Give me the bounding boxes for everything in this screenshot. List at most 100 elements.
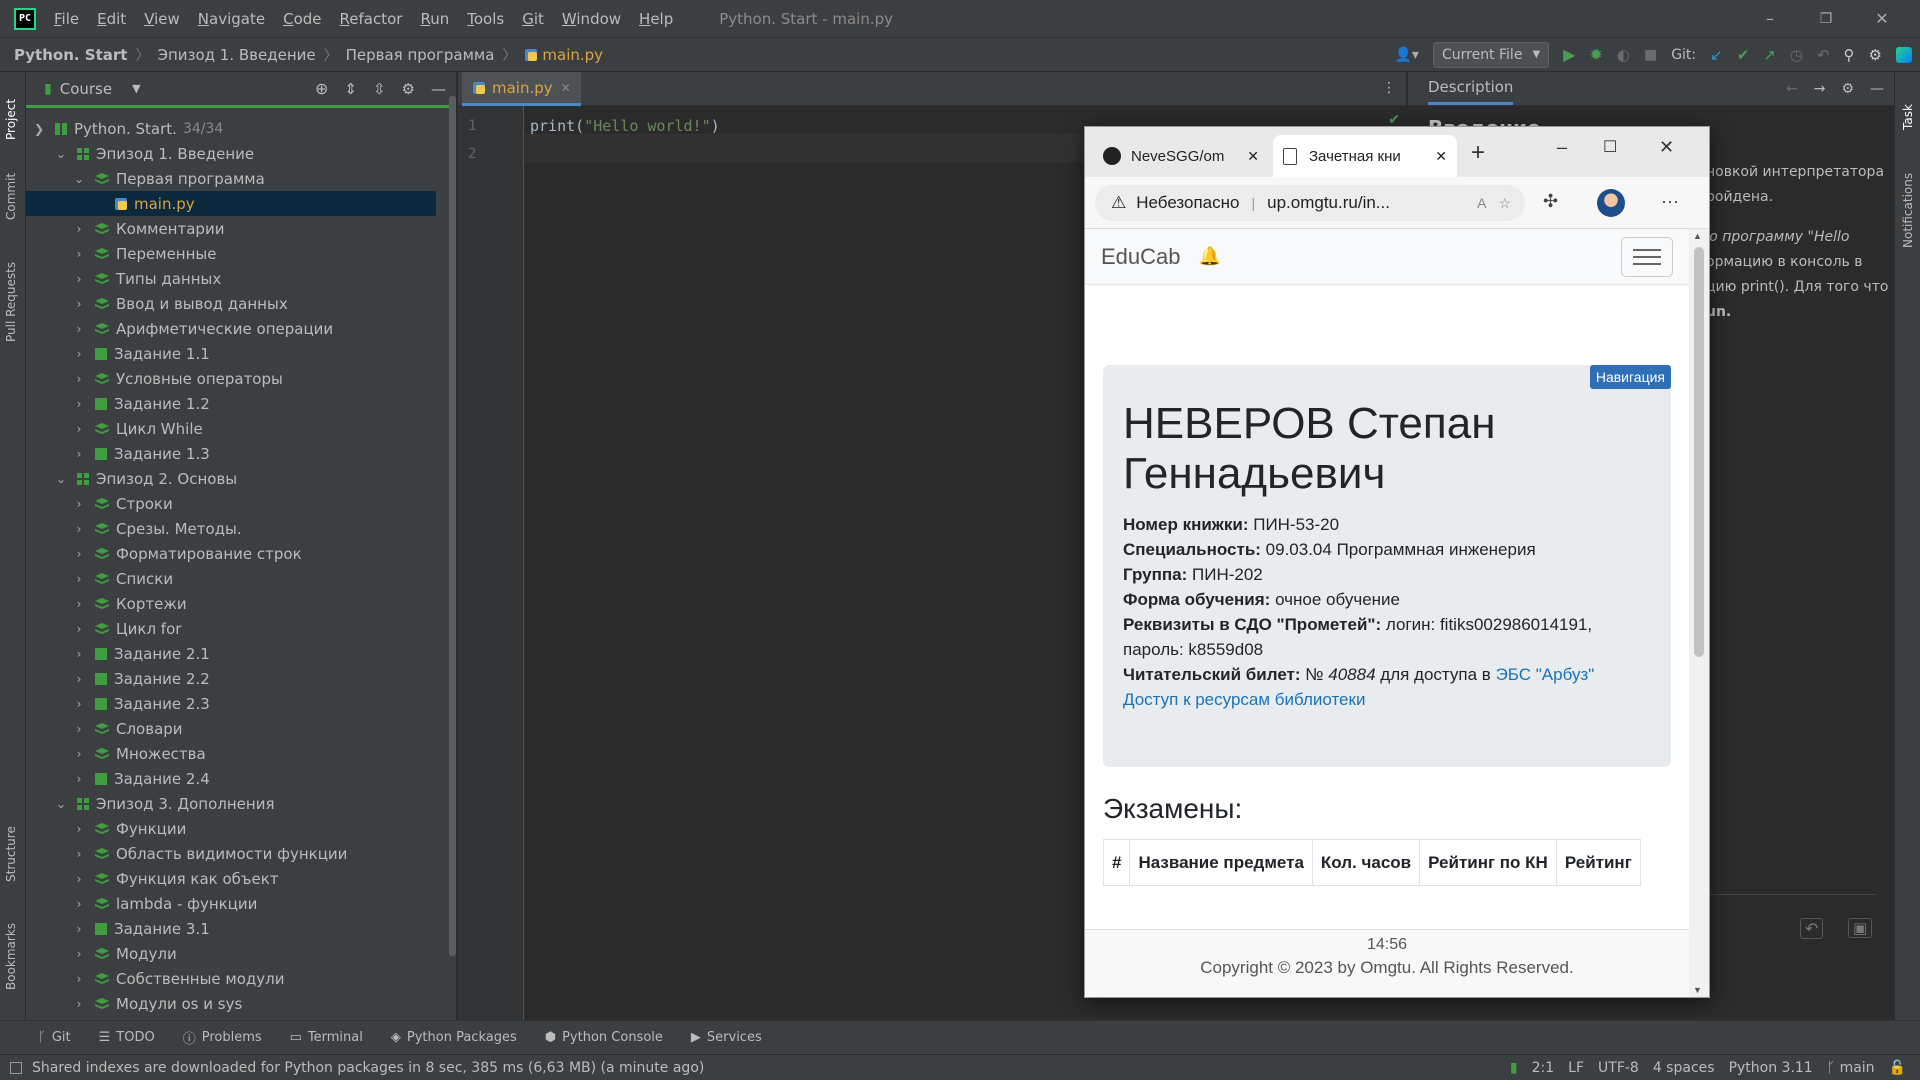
run-icon[interactable]: ▶ xyxy=(1563,45,1575,64)
chevron-right-icon[interactable]: › xyxy=(72,647,86,661)
close-tab-icon[interactable]: ✕ xyxy=(1435,148,1447,165)
read-aloud-icon[interactable]: A xyxy=(1477,195,1486,211)
tree-lesson-item[interactable]: › Условные операторы xyxy=(26,366,436,391)
back-arrow-icon[interactable]: ← xyxy=(1786,81,1798,97)
status-message[interactable]: Shared indexes are downloaded for Python… xyxy=(32,1060,704,1076)
tree-lesson-item[interactable]: › Переменные xyxy=(26,241,436,266)
chevron-right-icon[interactable]: › xyxy=(72,922,86,936)
chevron-right-icon[interactable]: › xyxy=(72,547,86,561)
navigation-badge[interactable]: Навигация xyxy=(1589,365,1671,389)
browser-scrollbar[interactable]: ▲ ▼ xyxy=(1689,229,1709,997)
tool-python-console[interactable]: ⬢ Python Console xyxy=(545,1030,663,1045)
tree-task-item[interactable]: › Задание 2.2 xyxy=(26,666,436,691)
chevron-right-icon[interactable]: › xyxy=(72,522,86,536)
tree-lesson-item[interactable]: › Модули os и sys xyxy=(26,991,436,1016)
tree-lesson-item[interactable]: › Комментарии xyxy=(26,216,436,241)
menu-tools[interactable]: Tools xyxy=(467,10,504,28)
menu-git[interactable]: Git xyxy=(522,10,544,28)
breadcrumb-lesson[interactable]: Первая программа xyxy=(346,46,495,64)
tree-lesson-item[interactable]: › Срезы. Методы. xyxy=(26,516,436,541)
tree-section-item[interactable]: ⌄ Эпизод 1. Введение xyxy=(26,141,436,166)
close-tab-icon[interactable]: ✕ xyxy=(561,81,571,95)
minimize-button[interactable]: – xyxy=(1742,9,1798,28)
collapse-all-icon[interactable]: ⇳ xyxy=(373,80,386,98)
close-window-button[interactable]: ✕ xyxy=(1659,137,1674,158)
extensions-icon[interactable]: ✣ xyxy=(1543,191,1558,212)
tree-lesson-item[interactable]: › Собственные модули xyxy=(26,966,436,991)
tab-commit[interactable]: Commit xyxy=(4,173,18,220)
column-header[interactable]: Кол. часов xyxy=(1311,839,1421,886)
tree-lesson-item[interactable]: › Строки xyxy=(26,491,436,516)
tree-lesson-item[interactable]: › Цикл While xyxy=(26,416,436,441)
tree-lesson-item[interactable]: › Цикл for xyxy=(26,616,436,641)
chevron-right-icon[interactable]: › xyxy=(72,597,86,611)
tree-lesson-item[interactable]: › Словари xyxy=(26,716,436,741)
new-tab-icon[interactable]: + xyxy=(1471,139,1485,167)
git-branch[interactable]: ᚴ main xyxy=(1827,1060,1875,1076)
chevron-right-icon[interactable]: › xyxy=(72,247,86,261)
chevron-right-icon[interactable]: › xyxy=(72,322,86,336)
scroll-up-icon[interactable]: ▲ xyxy=(1693,231,1702,241)
tree-lesson-item[interactable]: › Множества xyxy=(26,741,436,766)
menu-code[interactable]: Code xyxy=(283,10,321,28)
gear-icon[interactable]: ⚙ xyxy=(402,80,415,98)
chevron-right-icon[interactable]: › xyxy=(72,222,86,236)
tree-task-item[interactable]: › Задание 1.2 xyxy=(26,391,436,416)
more-tabs-icon[interactable]: ⋮ xyxy=(1382,80,1396,96)
tab-structure[interactable]: Structure xyxy=(4,826,18,882)
menu-refactor[interactable]: Refactor xyxy=(340,10,403,28)
user-icon[interactable]: 👤▾ xyxy=(1395,47,1419,63)
menu-run[interactable]: Run xyxy=(420,10,449,28)
git-rollback-icon[interactable]: ↶ xyxy=(1817,46,1830,64)
settings-icon[interactable]: ⚙ xyxy=(1869,46,1882,64)
menu-window[interactable]: Window xyxy=(562,10,621,28)
tree-task-item[interactable]: › Задание 2.4 xyxy=(26,766,436,791)
column-header[interactable]: # xyxy=(1102,839,1131,886)
git-history-icon[interactable]: ◷ xyxy=(1790,46,1803,64)
course-progress-icon[interactable]: ▮ xyxy=(1510,1060,1518,1076)
tree-task-item[interactable]: › Задание 3.1 xyxy=(26,916,436,941)
lock-icon[interactable]: 🔓 xyxy=(1889,1060,1906,1076)
tree-task-item[interactable]: › Задание 2.1 xyxy=(26,641,436,666)
column-header[interactable]: Рейтинг по КН xyxy=(1419,839,1557,886)
tab-project[interactable]: Project xyxy=(4,99,18,140)
column-header[interactable]: Рейтинг xyxy=(1555,839,1641,886)
column-header[interactable]: Название предмета xyxy=(1129,839,1313,886)
project-view-selector[interactable]: Course xyxy=(60,80,112,98)
chevron-down-icon[interactable]: ⌄ xyxy=(54,147,68,161)
gear-icon[interactable]: ⚙ xyxy=(1841,81,1854,97)
tree-section-item[interactable]: ⌄ Эпизод 3. Дополнения xyxy=(26,791,436,816)
breadcrumb-episode[interactable]: Эпизод 1. Введение xyxy=(157,46,315,64)
tree-lesson-item[interactable]: › Ввод и вывод данных xyxy=(26,291,436,316)
locate-icon[interactable]: ⊕ xyxy=(315,79,328,98)
tool-terminal[interactable]: ▭ Terminal xyxy=(290,1030,363,1045)
reset-icon[interactable]: ↶ xyxy=(1800,918,1824,939)
menu-file[interactable]: File xyxy=(54,10,79,28)
tree-lesson-item[interactable]: › Списки xyxy=(26,566,436,591)
expand-all-icon[interactable]: ⇕ xyxy=(344,80,357,98)
code-line[interactable]: print("Hello world!") xyxy=(530,117,720,135)
hide-icon[interactable]: — xyxy=(431,80,446,98)
menu-edit[interactable]: Edit xyxy=(97,10,126,28)
caret-position[interactable]: 2:1 xyxy=(1532,1060,1555,1076)
menu-navigate[interactable]: Navigate xyxy=(198,10,265,28)
tool-problems[interactable]: ⓘ Problems xyxy=(183,1028,262,1047)
comment-icon[interactable]: ▣ xyxy=(1848,918,1873,938)
tree-task-item[interactable]: › Задание 2.3 xyxy=(26,691,436,716)
chevron-right-icon[interactable]: › xyxy=(72,572,86,586)
menu-view[interactable]: View xyxy=(144,10,180,28)
description-tab[interactable]: Description xyxy=(1428,72,1514,105)
git-commit-icon[interactable]: ✔ xyxy=(1737,46,1750,64)
chevron-right-icon[interactable]: › xyxy=(72,972,86,986)
chevron-right-icon[interactable]: › xyxy=(72,672,86,686)
status-toggle-icon[interactable] xyxy=(10,1061,22,1074)
library-resources-link[interactable]: Доступ к ресурсам библиотеки xyxy=(1123,690,1365,710)
tree-section-item[interactable]: ⌄ Эпизод 2. Основы xyxy=(26,466,436,491)
search-icon[interactable]: ⚲ xyxy=(1844,46,1855,64)
tree-lesson-item[interactable]: › Кортежи xyxy=(26,591,436,616)
file-encoding[interactable]: UTF-8 xyxy=(1598,1060,1639,1076)
git-push-icon[interactable]: ↗ xyxy=(1763,46,1776,64)
chevron-right-icon[interactable]: › xyxy=(72,497,86,511)
tree-lesson-item[interactable]: › Типы данных xyxy=(26,266,436,291)
close-window-button[interactable]: ✕ xyxy=(1854,9,1910,28)
